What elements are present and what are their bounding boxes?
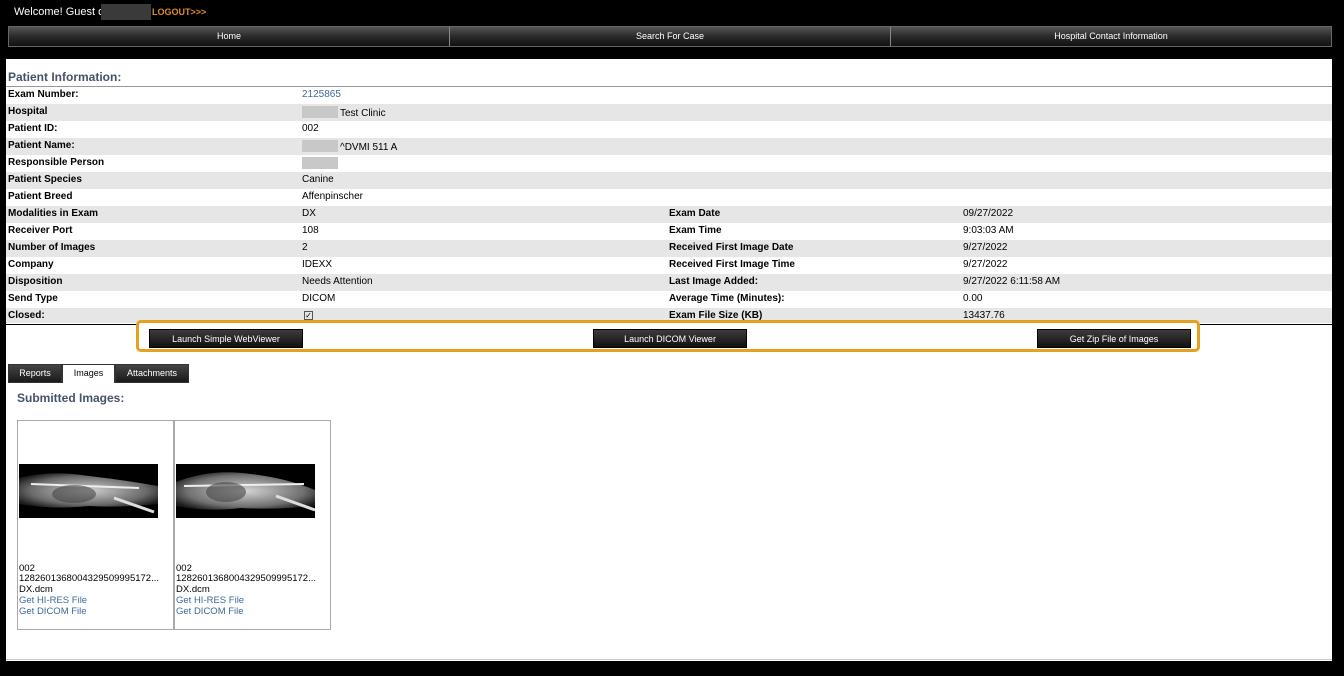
label: Patient Breed [8, 191, 73, 202]
closed-checkbox[interactable]: ✓ [304, 311, 313, 320]
get-zip-file-button[interactable]: Get Zip File of Images [1037, 329, 1191, 348]
get-hires-file-link[interactable]: Get HI-RES File [19, 595, 87, 606]
row-number-of-images: Number of Images 2 Received First Image … [6, 240, 1332, 257]
redacted-username [101, 4, 151, 20]
row-disposition: Disposition Needs Attention Last Image A… [6, 274, 1332, 291]
label: Number of Images [8, 242, 96, 253]
row-hospital: Hospital Test Clinic [6, 104, 1332, 121]
label: Patient Name: [8, 140, 75, 151]
main-nav: Home Search For Case Hospital Contact In… [8, 26, 1332, 47]
bottom-divider [6, 659, 1332, 660]
image-uid: 1282601368004329509995172... [19, 573, 160, 584]
get-dicom-file-link[interactable]: Get DICOM File [176, 606, 244, 617]
hospital-name: Test Clinic [340, 108, 386, 119]
value: Canine [302, 174, 334, 185]
nav-home[interactable]: Home [9, 27, 450, 46]
value [302, 157, 340, 170]
xray-thumbnail[interactable] [176, 464, 315, 518]
label: Patient ID: [8, 123, 58, 134]
label: Responsible Person [8, 157, 105, 168]
top-bar: Welcome! Guest of LOGOUT>>> [0, 0, 1344, 24]
image-filename: DX.dcm [176, 584, 210, 595]
value: IDEXX [302, 259, 333, 270]
row-patient-breed: Patient Breed Affenpinscher [6, 189, 1332, 206]
label: Exam Date [669, 208, 721, 219]
label: Patient Species [8, 174, 82, 185]
redacted-block [302, 157, 338, 169]
value: 9/27/2022 [963, 242, 1008, 253]
label: Company [8, 259, 54, 270]
value: 108 [302, 225, 319, 236]
patient-info-table: Exam Number: 2125865 Hospital Test Clini… [6, 86, 1332, 323]
get-hires-file-link[interactable]: Get HI-RES File [176, 595, 244, 606]
label: Exam Time [669, 225, 722, 236]
value: 002 [302, 123, 319, 134]
welcome-text: Welcome! Guest of [14, 6, 108, 18]
image-uid: 1282601368004329509995172... [176, 573, 317, 584]
nav-search-for-case[interactable]: Search For Case [450, 27, 891, 46]
nav-spacer [0, 47, 1344, 57]
value: 9/27/2022 [963, 259, 1008, 270]
launch-dicom-viewer-button[interactable]: Launch DICOM Viewer [593, 329, 747, 348]
label: Hospital [8, 106, 48, 117]
label: Receiver Port [8, 225, 73, 236]
submitted-images-title: Submitted Images: [17, 391, 125, 405]
launch-simple-webviewer-button[interactable]: Launch Simple WebViewer [149, 329, 303, 348]
logout-link[interactable]: LOGOUT>>> [152, 7, 206, 17]
row-exam-number: Exam Number: 2125865 [6, 87, 1332, 104]
value: Test Clinic [302, 106, 386, 119]
patient-info-title: Patient Information: [8, 70, 122, 84]
image-filename: DX.dcm [19, 584, 53, 595]
value: DX [302, 208, 316, 219]
label: Closed: [8, 310, 45, 321]
row-responsible-person: Responsible Person [6, 155, 1332, 172]
label: Modalities in Exam [8, 208, 99, 219]
value: 0.00 [963, 293, 983, 304]
row-receiver-port: Receiver Port 108 Exam Time 9:03:03 AM [6, 223, 1332, 240]
value: 9:03:03 AM [963, 225, 1014, 236]
exam-number-link[interactable]: 2125865 [302, 89, 341, 100]
label: Average Time (Minutes): [669, 293, 785, 304]
row-modalities: Modalities in Exam DX Exam Date 09/27/20… [6, 206, 1332, 223]
label: Send Type [8, 293, 58, 304]
action-buttons-highlight: Launch Simple WebViewer Launch DICOM Vie… [136, 320, 1200, 352]
get-dicom-file-link[interactable]: Get DICOM File [19, 606, 87, 617]
value: Needs Attention [302, 276, 373, 287]
label: Last Image Added: [669, 276, 759, 287]
label: Exam Number: [8, 89, 79, 100]
value: 9/27/2022 6:11:58 AM [963, 276, 1061, 287]
value: ^DVMI 511 A [302, 140, 397, 153]
value: DICOM [302, 293, 336, 304]
row-send-type: Send Type DICOM Average Time (Minutes): … [6, 291, 1332, 308]
row-patient-species: Patient Species Canine [6, 172, 1332, 189]
patient-name-value: ^DVMI 511 A [340, 142, 398, 153]
tab-images[interactable]: Images [62, 364, 115, 383]
label: Received First Image Date [669, 242, 794, 253]
tab-reports[interactable]: Reports [8, 364, 62, 383]
label: Received First Image Time [669, 259, 795, 270]
label: Disposition [8, 276, 63, 287]
xray-thumbnail[interactable] [19, 464, 158, 518]
main-panel: Patient Information: Exam Number: 212586… [6, 59, 1332, 661]
row-patient-name: Patient Name: ^DVMI 511 A [6, 138, 1332, 155]
value: 2 [302, 242, 308, 253]
image-card: 002 1282601368004329509995172... DX.dcm … [174, 420, 331, 630]
row-patient-id: Patient ID: 002 [6, 121, 1332, 138]
tab-attachments[interactable]: Attachments [115, 364, 189, 383]
value: Affenpinscher [302, 191, 363, 202]
row-company: Company IDEXX Received First Image Time … [6, 257, 1332, 274]
value: 09/27/2022 [963, 208, 1014, 219]
image-card: 002 1282601368004329509995172... DX.dcm … [17, 420, 174, 630]
nav-hospital-contact[interactable]: Hospital Contact Information [891, 27, 1331, 46]
redacted-block [302, 106, 338, 118]
redacted-block [302, 140, 338, 152]
